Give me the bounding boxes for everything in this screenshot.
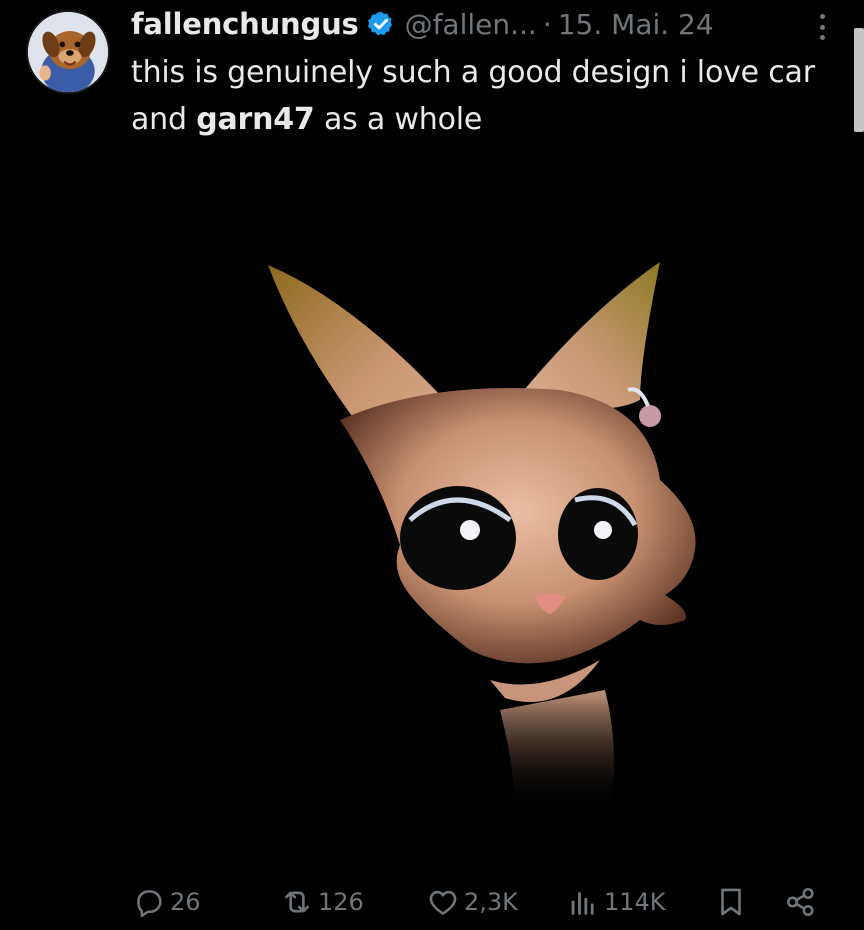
bookmark-button[interactable] [714,880,748,924]
reply-button[interactable]: 26 [132,880,201,924]
creature-image [268,262,696,810]
dog-avatar-image [28,12,108,92]
share-icon [786,887,814,917]
like-button[interactable]: 2,3K [426,880,518,924]
reply-icon [137,890,162,918]
like-count: 2,3K [464,888,518,916]
user-handle[interactable]: @fallen... [405,8,537,41]
tweet-text: this is genuinely such a good design i l… [131,49,831,143]
display-name[interactable]: fallenchungus [131,7,359,41]
scrollbar[interactable] [854,28,864,132]
views-button[interactable]: 114K [566,880,666,924]
retweet-count: 126 [318,888,364,916]
tweet-mention[interactable]: garn47 [196,102,315,137]
share-button[interactable] [784,880,818,924]
retweet-icon [285,891,309,913]
tweet-date[interactable]: 15. Mai. 24 [558,8,714,41]
tweet-media-image[interactable] [0,150,864,860]
tweet-actions: 26 126 2,3K 114K [0,880,864,924]
separator-dot: · [542,7,552,41]
avatar[interactable] [26,10,110,94]
like-icon [429,890,457,915]
tweet-header: fallenchungus @fallen... · 15. Mai. 24 [131,2,714,46]
bookmark-icon [721,888,741,916]
tweet-text-part2: as a whole [314,102,483,137]
views-count: 114K [604,888,666,916]
reply-count: 26 [170,888,201,916]
verified-badge-icon [367,11,392,36]
views-icon [571,892,594,915]
more-icon[interactable] [812,10,832,44]
retweet-button[interactable]: 126 [280,880,364,924]
